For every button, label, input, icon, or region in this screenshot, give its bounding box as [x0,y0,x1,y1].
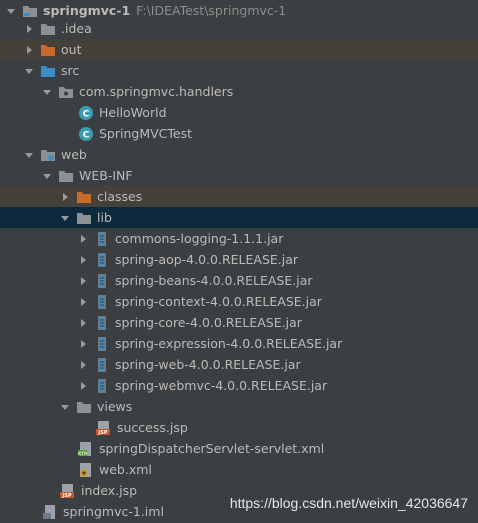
expanded-arrow-icon[interactable] [24,60,34,81]
tree-item-helloworld[interactable]: C HelloWorld [0,102,478,123]
tree-item-label: out [61,42,82,57]
tree-item-label: spring-webmvc-4.0.0.RELEASE.jar [115,378,328,393]
tree-item-lib[interactable]: lib [0,207,478,228]
tree-item-classes[interactable]: classes [0,186,478,207]
tree-item-label: classes [97,189,143,204]
svg-text:C: C [83,109,90,119]
jar-archive-icon [94,336,110,352]
tree-item-label: src [61,63,80,78]
tree-item-label: HelloWorld [99,105,167,120]
collapsed-arrow-icon[interactable] [78,354,88,375]
tree-item-jar[interactable]: spring-beans-4.0.0.RELEASE.jar [0,270,478,291]
jsp-file-icon: JSP [96,420,112,436]
svg-text:JSP: JSP [61,493,71,499]
tree-item-label: springmvc-1.iml [63,504,164,519]
tree-item-web-xml[interactable]: web.xml [0,459,478,480]
expanded-arrow-icon[interactable] [60,207,70,228]
class-icon: C [78,105,94,121]
spring-xml-icon: </> [78,441,94,457]
svg-text:C: C [83,130,90,140]
collapsed-arrow-icon[interactable] [78,291,88,312]
tree-item-label: spring-aop-4.0.0.RELEASE.jar [115,252,299,267]
tree-item-success-jsp[interactable]: JSP success.jsp [0,417,478,438]
tree-item-servlet-xml[interactable]: </> springDispatcherServlet-servlet.xml [0,438,478,459]
tree-item-label: spring-context-4.0.0.RELEASE.jar [115,294,322,309]
tree-item-label: spring-core-4.0.0.RELEASE.jar [115,315,302,330]
expanded-arrow-icon[interactable] [42,165,52,186]
tree-item-jar[interactable]: spring-web-4.0.0.RELEASE.jar [0,354,478,375]
tree-item-jar[interactable]: spring-core-4.0.0.RELEASE.jar [0,312,478,333]
tree-item-jar[interactable]: commons-logging-1.1.1.jar [0,228,478,249]
project-name: springmvc-1 [43,3,131,18]
module-folder-icon [22,3,38,19]
collapsed-arrow-icon[interactable] [78,249,88,270]
expanded-arrow-icon[interactable] [42,81,52,102]
collapsed-arrow-icon[interactable] [24,18,34,39]
expanded-arrow-icon[interactable] [60,396,70,417]
collapsed-arrow-icon[interactable] [60,186,70,207]
source-folder-icon [40,63,56,79]
tree-item-label: lib [97,210,112,225]
folder-icon [76,399,92,415]
tree-item-label: index.jsp [81,483,138,498]
collapsed-arrow-icon[interactable] [24,39,34,60]
collapsed-arrow-icon[interactable] [78,312,88,333]
tree-item-label: spring-expression-4.0.0.RELEASE.jar [115,336,343,351]
web-folder-icon [40,147,56,163]
tree-item-label: commons-logging-1.1.1.jar [115,231,284,246]
jar-archive-icon [94,273,110,289]
jar-archive-icon [94,315,110,331]
tree-item-src[interactable]: src [0,60,478,81]
project-path: F:\IDEATest\springmvc-1 [136,3,287,18]
jar-archive-icon [94,231,110,247]
folder-icon [40,21,56,37]
expanded-arrow-icon[interactable] [24,144,34,165]
tree-item-jar[interactable]: spring-webmvc-4.0.0.RELEASE.jar [0,375,478,396]
jar-archive-icon [94,294,110,310]
collapsed-arrow-icon[interactable] [78,375,88,396]
jar-archive-icon [94,357,110,373]
collapsed-arrow-icon[interactable] [78,333,88,354]
tree-item-label: com.springmvc.handlers [79,84,234,99]
watermark-text: https://blog.csdn.net/weixin_42036647 [229,495,468,511]
tree-item-jar[interactable]: spring-context-4.0.0.RELEASE.jar [0,291,478,312]
tree-item-label: web [61,147,87,162]
collapsed-arrow-icon[interactable] [78,228,88,249]
folder-icon [76,210,92,226]
tree-item-webinf[interactable]: WEB-INF [0,165,478,186]
excluded-folder-icon [76,189,92,205]
svg-text:</>: </> [78,451,88,457]
tree-item-views[interactable]: views [0,396,478,417]
folder-icon [58,168,74,184]
tree-item-label: WEB-INF [79,168,133,183]
tree-item-package[interactable]: com.springmvc.handlers [0,81,478,102]
tree-item-jar[interactable]: spring-expression-4.0.0.RELEASE.jar [0,333,478,354]
svg-text:JSP: JSP [97,430,107,436]
tree-item-springmvctest[interactable]: C SpringMVCTest [0,123,478,144]
tree-item-label: success.jsp [117,420,188,435]
class-icon: C [78,126,94,142]
jsp-file-icon: JSP [60,483,76,499]
collapsed-arrow-icon[interactable] [78,270,88,291]
tree-item-label: web.xml [99,462,152,477]
tree-item-label: SpringMVCTest [99,126,193,141]
tree-item-jar[interactable]: spring-aop-4.0.0.RELEASE.jar [0,249,478,270]
jar-archive-icon [94,378,110,394]
excluded-folder-icon [40,42,56,58]
web-xml-icon [78,462,94,478]
package-icon [58,84,74,100]
module-file-icon [42,504,58,520]
tree-item-label: springDispatcherServlet-servlet.xml [99,441,325,456]
jar-archive-icon [94,252,110,268]
tree-item-idea[interactable]: .idea [0,18,478,39]
tree-item-web[interactable]: web [0,144,478,165]
tree-item-label: .idea [61,21,92,36]
tree-item-label: views [97,399,133,414]
tree-item-label: spring-beans-4.0.0.RELEASE.jar [115,273,313,288]
tree-item-label: spring-web-4.0.0.RELEASE.jar [115,357,301,372]
tree-item-out[interactable]: out [0,39,478,60]
